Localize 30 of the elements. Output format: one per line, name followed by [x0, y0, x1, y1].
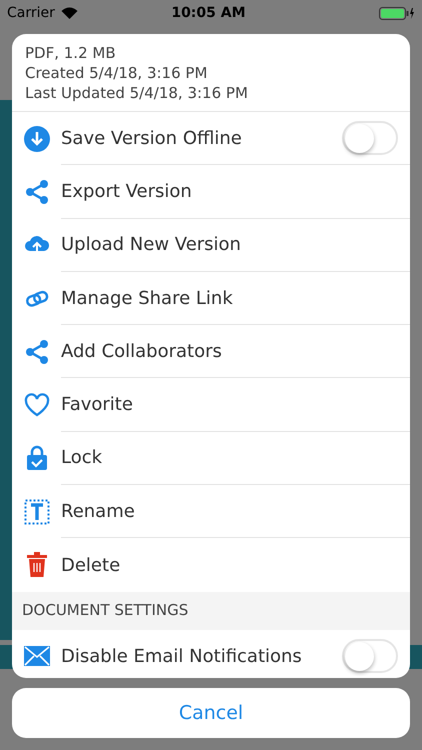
- download-icon: [24, 126, 50, 152]
- menu-item-label[interactable]: Add Collaborators: [61, 338, 398, 365]
- menu-item-label[interactable]: Save Version Offline: [61, 124, 342, 152]
- toggle-switch[interactable]: [342, 121, 398, 156]
- menu-item-label[interactable]: Favorite: [61, 391, 398, 418]
- menu-item-label[interactable]: Delete: [61, 552, 398, 579]
- menu-item-label[interactable]: Upload New Version: [61, 231, 398, 258]
- file-info-text: Created 5/4/18, 3:16 PM: [25, 63, 208, 83]
- menu-item-label[interactable]: Disable Email Notifications: [61, 642, 342, 670]
- share-icon: [24, 178, 48, 205]
- envelope-icon: [24, 646, 50, 666]
- link-icon: [24, 288, 48, 309]
- heart-icon: [24, 393, 50, 418]
- battery-icon: [379, 6, 415, 20]
- wifi-icon: [60, 7, 78, 19]
- text-box-icon: [24, 498, 50, 525]
- menu-item-label[interactable]: Export Version: [61, 178, 398, 205]
- file-info-text: PDF, 1.2 MB: [25, 43, 117, 63]
- share-icon: [24, 338, 48, 365]
- menu-item-label[interactable]: Rename: [61, 498, 398, 525]
- clock-time: 10:05 AM: [170, 4, 247, 22]
- menu-item-label[interactable]: Lock: [61, 444, 398, 472]
- toggle-switch[interactable]: [342, 639, 398, 674]
- trash-icon: [26, 552, 46, 578]
- file-info-text: Last Updated 5/4/18, 3:16 PM: [25, 83, 249, 103]
- lock-icon: [26, 445, 48, 472]
- menu-item-label[interactable]: Manage Share Link: [61, 284, 398, 312]
- section-header: DOCUMENT SETTINGS: [12, 592, 410, 630]
- carrier-label: Carrier: [7, 4, 55, 22]
- cancel-button[interactable]: Cancel: [12, 688, 410, 738]
